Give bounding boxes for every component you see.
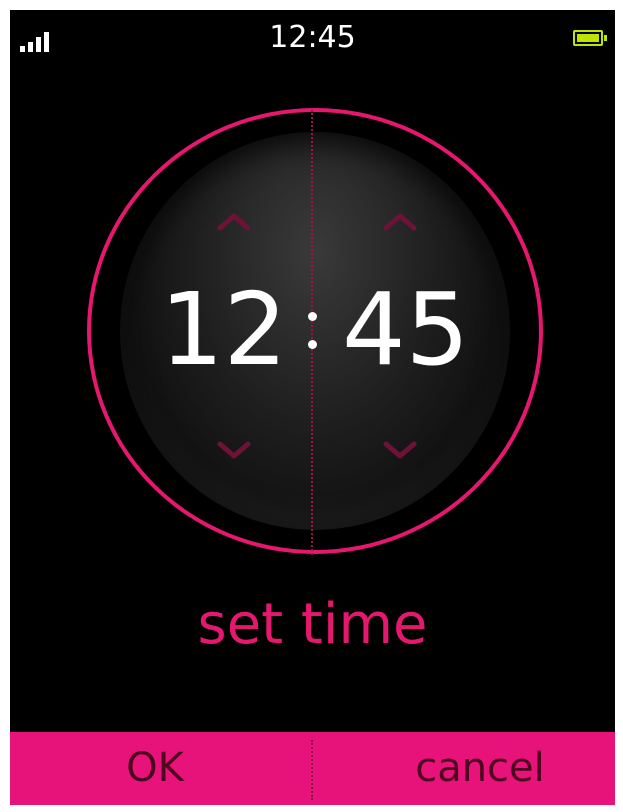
minutes-up-chevron-up-icon[interactable] (380, 210, 420, 234)
softkey-bar: OK cancel (10, 732, 615, 805)
set-time-label: set time (197, 592, 428, 657)
cancel-button[interactable]: cancel (370, 732, 590, 805)
status-clock: 12:45 (269, 20, 356, 55)
softkey-divider (311, 740, 313, 800)
hours-value[interactable]: 12 (160, 275, 287, 385)
battery-full-icon (573, 30, 607, 46)
hours-down-chevron-down-icon[interactable] (214, 438, 254, 462)
colon-icon (303, 300, 321, 360)
phone-screen: 12:45 12 45 set time OK cancel (10, 10, 615, 805)
status-bar: 12:45 (10, 10, 615, 70)
hours-up-chevron-up-icon[interactable] (214, 210, 254, 234)
minutes-down-chevron-down-icon[interactable] (380, 438, 420, 462)
ok-button[interactable]: OK (80, 732, 230, 805)
minutes-value[interactable]: 45 (342, 275, 469, 385)
